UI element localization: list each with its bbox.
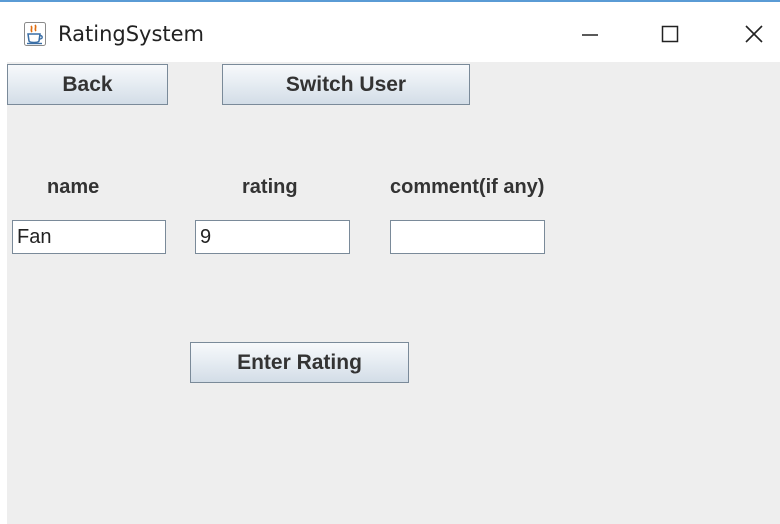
close-icon	[744, 24, 764, 49]
comment-label: comment(if any)	[390, 176, 545, 198]
name-input[interactable]	[12, 220, 166, 254]
rating-system-window: RatingSystem Back Switch User name ratin…	[0, 0, 780, 524]
window-title: RatingSystem	[58, 22, 205, 46]
java-cup-icon	[24, 22, 46, 46]
title-bar[interactable]: RatingSystem	[0, 2, 780, 62]
minimize-button[interactable]	[570, 16, 610, 56]
minimize-icon	[580, 24, 600, 49]
maximize-button[interactable]	[650, 16, 690, 56]
enter-rating-button[interactable]: Enter Rating	[190, 342, 409, 383]
maximize-icon	[660, 24, 680, 49]
back-button[interactable]: Back	[7, 64, 168, 105]
content-panel: Back Switch User name rating comment(if …	[7, 62, 780, 524]
switch-user-button[interactable]: Switch User	[222, 64, 470, 105]
rating-label: rating	[242, 176, 298, 198]
comment-input[interactable]	[390, 220, 545, 254]
close-button[interactable]	[734, 16, 774, 56]
rating-input[interactable]	[195, 220, 350, 254]
name-label: name	[47, 176, 100, 198]
